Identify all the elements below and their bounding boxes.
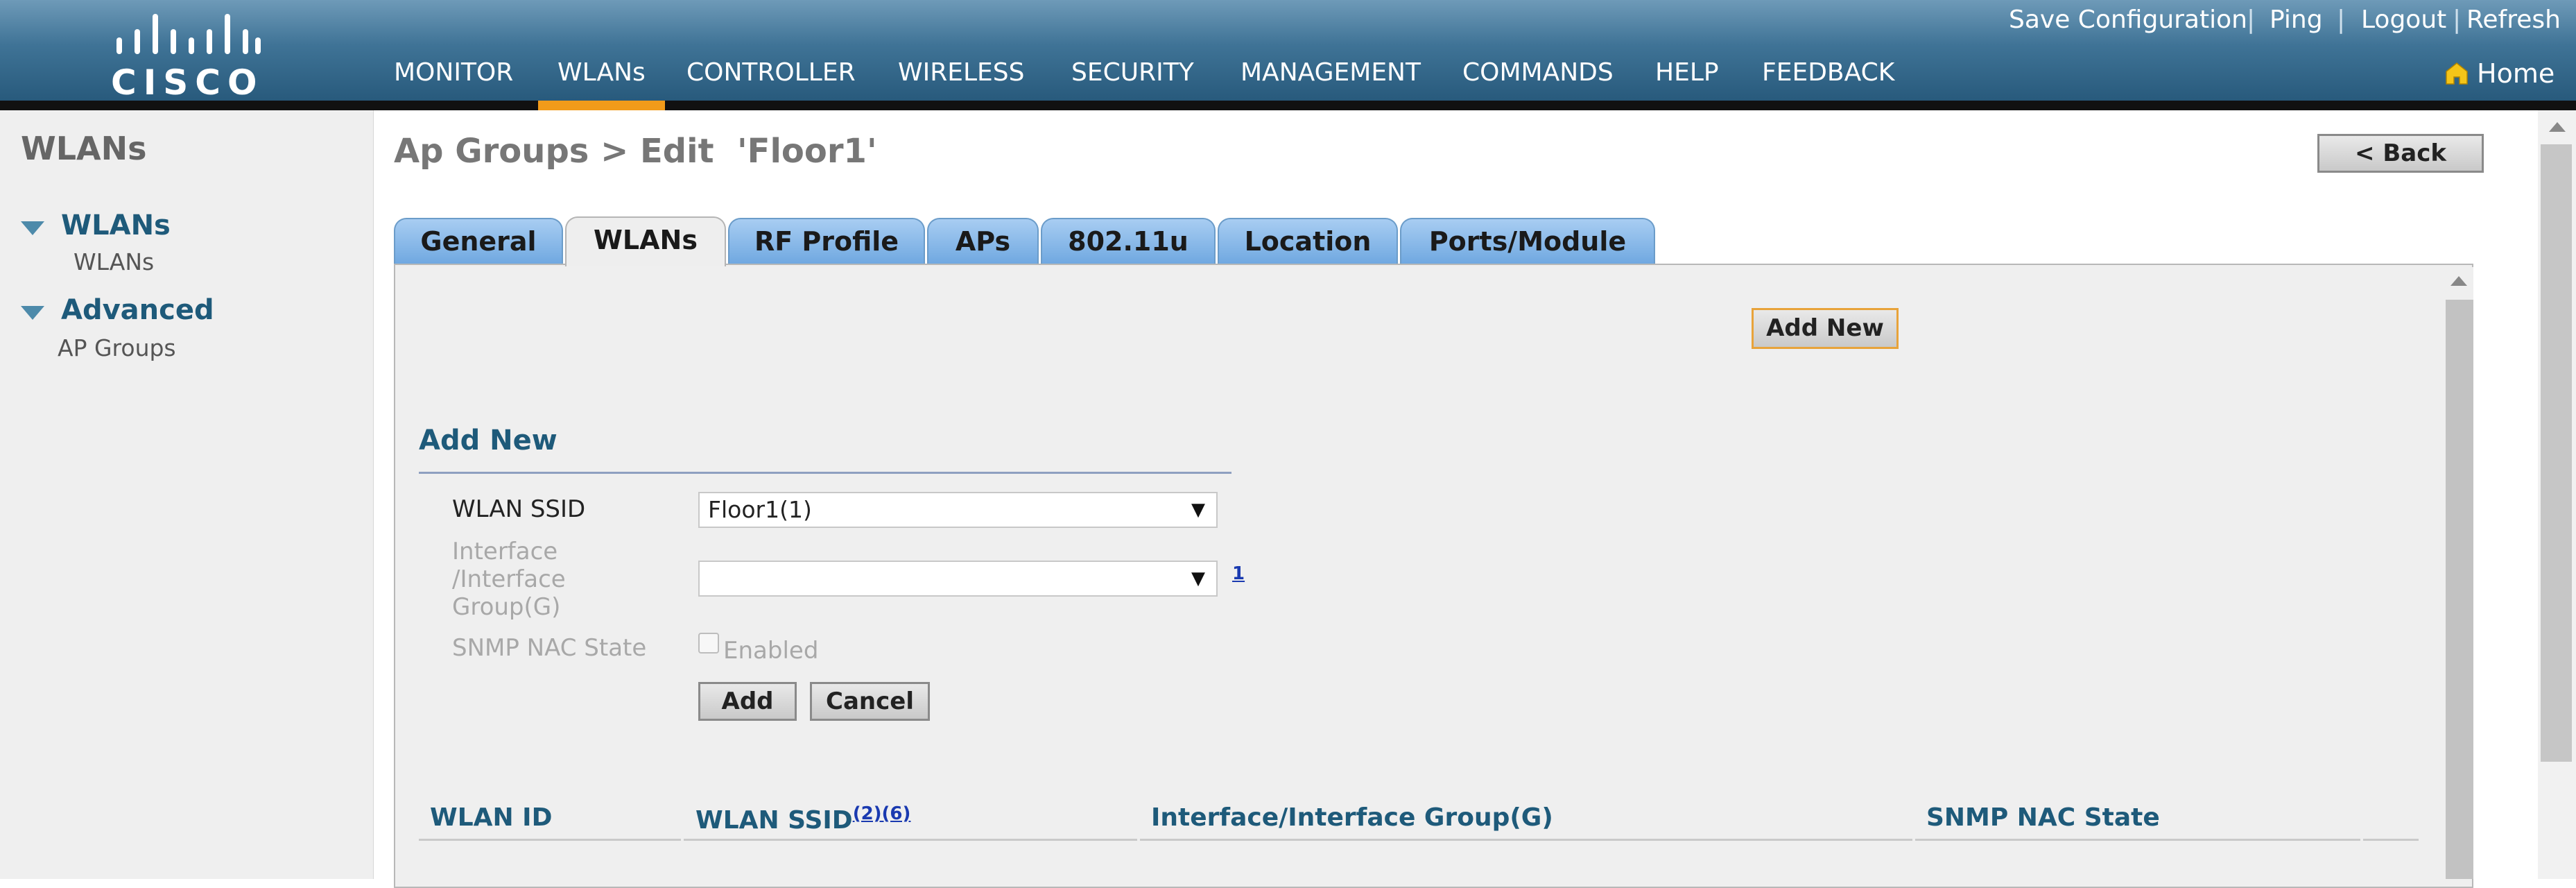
snmp-nac-enabled-label: Enabled	[723, 637, 819, 665]
ping-link[interactable]: Ping	[2270, 6, 2323, 34]
wlan-ssid-header-text: WLAN SSID	[695, 806, 853, 835]
top-link-separator: |	[2247, 6, 2256, 34]
page-title: Ap Groups > Edit 'Floor1'	[394, 132, 877, 171]
section-divider	[419, 472, 1231, 474]
sidebar-group-wlans[interactable]: WLANs	[61, 210, 171, 241]
cisco-wordmark: CISCO	[111, 62, 264, 103]
add-new-section-title: Add New	[419, 425, 557, 456]
sidebar-title: WLANs	[21, 130, 147, 167]
cisco-bars-icon	[116, 14, 261, 54]
tab-80211u[interactable]: 802.11u	[1041, 218, 1216, 265]
nav-active-indicator	[538, 101, 665, 110]
scroll-up-arrow-icon[interactable]	[2450, 276, 2467, 286]
column-header-wlan-ssid: WLAN SSID(2)(6)	[695, 803, 910, 835]
cancel-button[interactable]: Cancel	[810, 682, 930, 721]
wlan-ssid-label: WLAN SSID	[452, 495, 586, 523]
nav-monitor[interactable]: MONITOR	[394, 58, 513, 87]
top-link-separator: |	[2453, 6, 2462, 34]
add-button[interactable]: Add	[698, 682, 797, 721]
expand-triangle-icon[interactable]	[21, 221, 44, 235]
dropdown-arrow-icon: ▼	[1191, 568, 1205, 589]
sidebar-item-wlans[interactable]: WLANs	[74, 248, 154, 275]
wlan-ssid-select[interactable]: Floor1(1) ▼	[698, 492, 1218, 528]
interface-group-label: Interface /Interface Group(G)	[452, 538, 566, 621]
nav-controller[interactable]: CONTROLLER	[686, 58, 856, 87]
tab-aps[interactable]: APs	[927, 218, 1039, 265]
refresh-link[interactable]: Refresh	[2466, 6, 2561, 34]
sidebar-group-advanced[interactable]: Advanced	[61, 294, 214, 326]
nav-management[interactable]: MANAGEMENT	[1241, 58, 1421, 87]
top-header: CISCO MONITOR WLANs CONTROLLER WIRELESS …	[0, 0, 2576, 103]
save-configuration-link[interactable]: Save Configuration	[2009, 6, 2247, 34]
column-header-wlan-id: WLAN ID	[430, 803, 553, 832]
scroll-up-arrow-icon[interactable]	[2549, 122, 2566, 132]
interface-footnote-link[interactable]: 1	[1232, 563, 1245, 584]
sidebar-item-ap-groups[interactable]: AP Groups	[58, 334, 176, 361]
nav-feedback[interactable]: FEEDBACK	[1762, 58, 1894, 87]
dropdown-arrow-icon: ▼	[1191, 500, 1205, 520]
home-icon	[2446, 62, 2468, 85]
snmp-nac-enabled-checkbox[interactable]	[698, 633, 719, 654]
panel-scrollbar-thumb[interactable]	[2446, 300, 2473, 879]
nav-wlans[interactable]: WLANs	[557, 58, 646, 87]
tab-location[interactable]: Location	[1218, 218, 1398, 265]
nav-security[interactable]: SECURITY	[1071, 58, 1194, 87]
logout-link[interactable]: Logout	[2361, 6, 2446, 34]
nav-commands[interactable]: COMMANDS	[1462, 58, 1614, 87]
add-new-button[interactable]: Add New	[1752, 308, 1899, 349]
wlan-ssid-footnote-link[interactable]: (2)(6)	[853, 803, 911, 824]
expand-triangle-icon[interactable]	[21, 306, 44, 320]
cisco-logo: CISCO	[111, 8, 263, 103]
column-divider	[2363, 839, 2419, 841]
tab-ports-module[interactable]: Ports/Module	[1400, 218, 1655, 265]
nav-wireless[interactable]: WIRELESS	[898, 58, 1024, 87]
column-divider	[1140, 839, 1912, 841]
snmp-nac-state-label: SNMP NAC State	[452, 634, 647, 662]
tab-wlans[interactable]: WLANs	[565, 216, 726, 266]
column-divider	[419, 839, 681, 841]
back-button[interactable]: < Back	[2317, 134, 2484, 173]
column-header-snmp-nac-state: SNMP NAC State	[1926, 803, 2160, 832]
top-link-separator: |	[2337, 6, 2346, 34]
column-header-interface-group: Interface/Interface Group(G)	[1151, 803, 1553, 832]
page-scrollbar-thumb[interactable]	[2541, 144, 2572, 762]
nav-help[interactable]: HELP	[1655, 58, 1719, 87]
column-divider	[684, 839, 1137, 841]
wlan-ssid-selected-value: Floor1(1)	[708, 496, 812, 523]
header-divider	[0, 101, 2576, 110]
sidebar: WLANs WLANs WLANs Advanced AP Groups	[0, 110, 374, 879]
column-divider	[1915, 839, 2360, 841]
home-link[interactable]: Home	[2477, 58, 2555, 89]
tab-rf-profile[interactable]: RF Profile	[728, 218, 925, 265]
tab-general[interactable]: General	[394, 218, 563, 265]
interface-group-select[interactable]: ▼	[698, 561, 1218, 597]
